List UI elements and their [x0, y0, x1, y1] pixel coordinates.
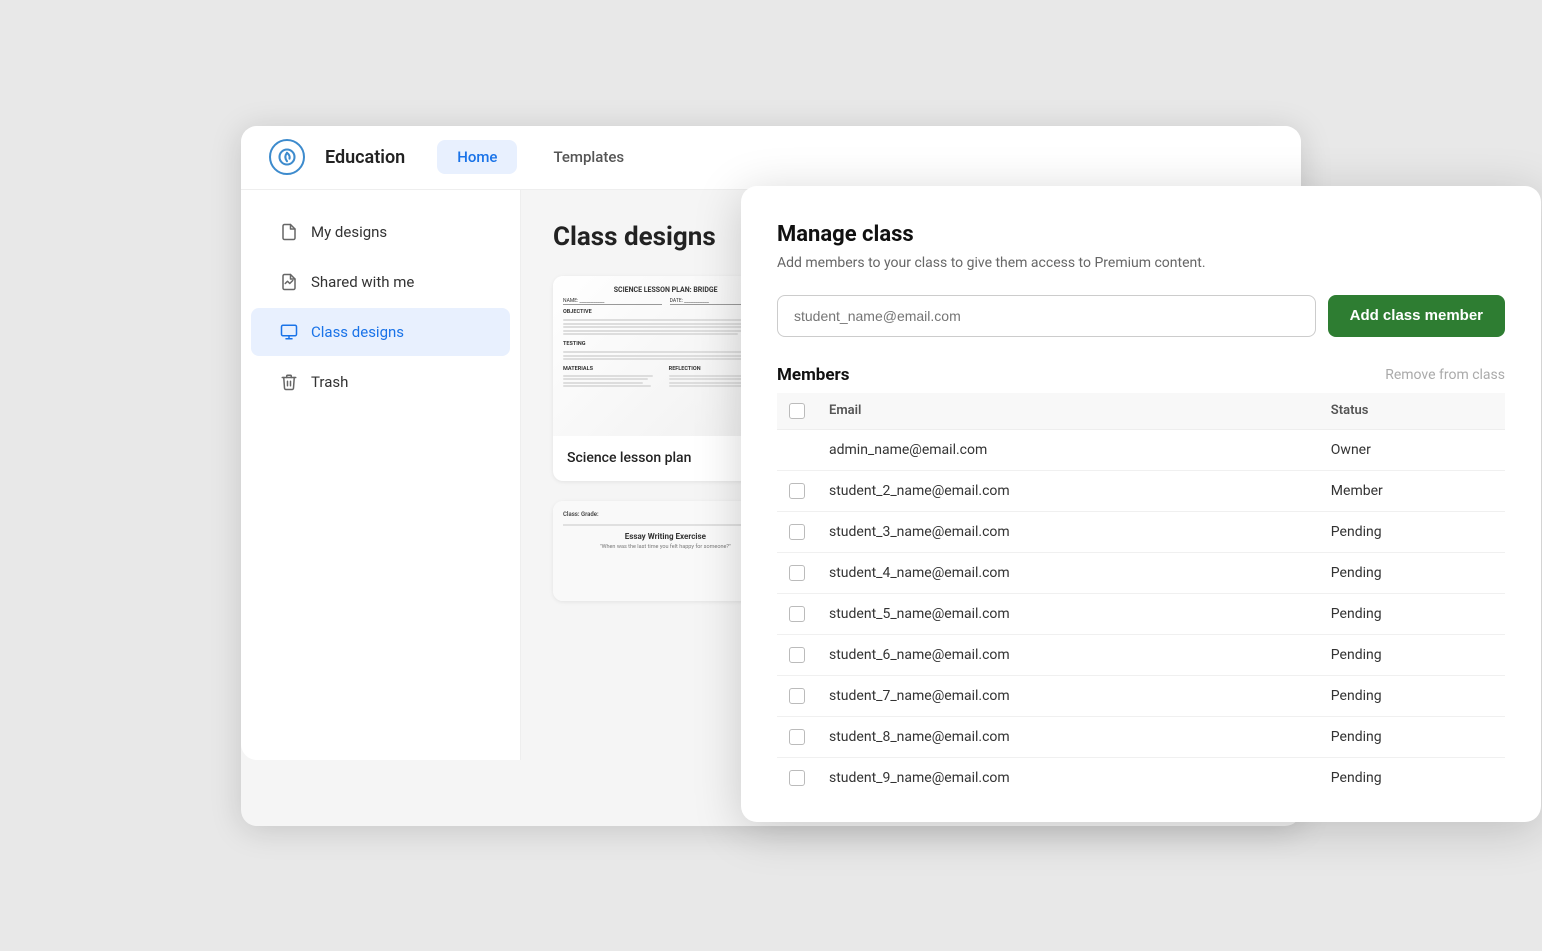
add-member-row: Add class member [777, 295, 1505, 337]
header-checkbox-cell [777, 393, 817, 430]
row-email: student_5_name@email.com [817, 593, 1319, 634]
row-checkbox-cell [777, 716, 817, 757]
modal-title: Manage class [777, 222, 1505, 247]
member-checkbox-7[interactable] [789, 729, 805, 745]
sidebar-item-class-designs-label: Class designs [311, 323, 404, 341]
row-status: Pending [1319, 511, 1505, 552]
sidebar-item-my-designs[interactable]: My designs [251, 208, 510, 256]
members-section: Members Remove from class Email Status a… [777, 365, 1505, 798]
members-table: Email Status admin_name@email.comOwnerst… [777, 393, 1505, 798]
row-checkbox-cell [777, 675, 817, 716]
member-checkbox-3[interactable] [789, 565, 805, 581]
design-label-text-science: Science lesson plan [567, 450, 691, 466]
top-nav: Education Home Templates [241, 126, 1301, 190]
row-email: student_6_name@email.com [817, 634, 1319, 675]
table-row: student_5_name@email.comPending [777, 593, 1505, 634]
row-checkbox-cell [777, 429, 817, 470]
table-row: admin_name@email.comOwner [777, 429, 1505, 470]
row-checkbox-cell [777, 634, 817, 675]
table-row: student_8_name@email.comPending [777, 716, 1505, 757]
app-window: Education Home Templates My designs [241, 126, 1301, 826]
table-row: student_2_name@email.comMember [777, 470, 1505, 511]
class-icon [279, 322, 299, 342]
table-row: student_4_name@email.comPending [777, 552, 1505, 593]
row-status: Owner [1319, 429, 1505, 470]
row-checkbox-cell [777, 593, 817, 634]
add-member-input[interactable] [777, 295, 1316, 337]
brand-logo [269, 139, 305, 175]
row-email: admin_name@email.com [817, 429, 1319, 470]
row-email: student_2_name@email.com [817, 470, 1319, 511]
header-email: Email [817, 393, 1319, 430]
header-status: Status [1319, 393, 1505, 430]
manage-class-modal: Manage class Add members to your class t… [741, 186, 1541, 822]
member-checkbox-8[interactable] [789, 770, 805, 786]
tab-home[interactable]: Home [437, 140, 517, 174]
sidebar-item-shared-with-me[interactable]: Shared with me [251, 258, 510, 306]
add-class-member-button[interactable]: Add class member [1328, 295, 1505, 337]
row-checkbox-cell [777, 470, 817, 511]
sidebar-item-class-designs[interactable]: Class designs [251, 308, 510, 356]
row-checkbox-cell [777, 757, 817, 798]
table-row: student_9_name@email.comPending [777, 757, 1505, 798]
row-status: Pending [1319, 675, 1505, 716]
table-row: student_7_name@email.comPending [777, 675, 1505, 716]
row-email: student_8_name@email.com [817, 716, 1319, 757]
tab-templates[interactable]: Templates [533, 140, 644, 174]
table-row: student_6_name@email.comPending [777, 634, 1505, 675]
row-status: Pending [1319, 757, 1505, 798]
brand-name: Education [325, 147, 405, 168]
row-checkbox-cell [777, 511, 817, 552]
row-status: Member [1319, 470, 1505, 511]
sidebar-item-trash[interactable]: Trash [251, 358, 510, 406]
modal-subtitle: Add members to your class to give them a… [777, 255, 1505, 271]
row-status: Pending [1319, 552, 1505, 593]
member-checkbox-2[interactable] [789, 524, 805, 540]
members-label: Members [777, 365, 850, 385]
row-email: student_7_name@email.com [817, 675, 1319, 716]
member-checkbox-5[interactable] [789, 647, 805, 663]
table-header-row: Email Status [777, 393, 1505, 430]
select-all-checkbox[interactable] [789, 403, 805, 419]
row-status: Pending [1319, 716, 1505, 757]
sidebar-item-my-designs-label: My designs [311, 223, 387, 241]
file-icon [279, 222, 299, 242]
row-email: student_9_name@email.com [817, 757, 1319, 798]
remove-from-class-button[interactable]: Remove from class [1385, 367, 1505, 383]
members-header-row: Members Remove from class [777, 365, 1505, 385]
table-row: student_3_name@email.comPending [777, 511, 1505, 552]
trash-icon [279, 372, 299, 392]
shared-icon [279, 272, 299, 292]
row-status: Pending [1319, 593, 1505, 634]
row-email: student_3_name@email.com [817, 511, 1319, 552]
sidebar: My designs Shared with me [241, 190, 521, 760]
sidebar-item-shared-label: Shared with me [311, 273, 414, 291]
member-checkbox-4[interactable] [789, 606, 805, 622]
sidebar-item-trash-label: Trash [311, 373, 348, 391]
member-checkbox-1[interactable] [789, 483, 805, 499]
row-checkbox-cell [777, 552, 817, 593]
row-status: Pending [1319, 634, 1505, 675]
row-email: student_4_name@email.com [817, 552, 1319, 593]
member-checkbox-6[interactable] [789, 688, 805, 704]
